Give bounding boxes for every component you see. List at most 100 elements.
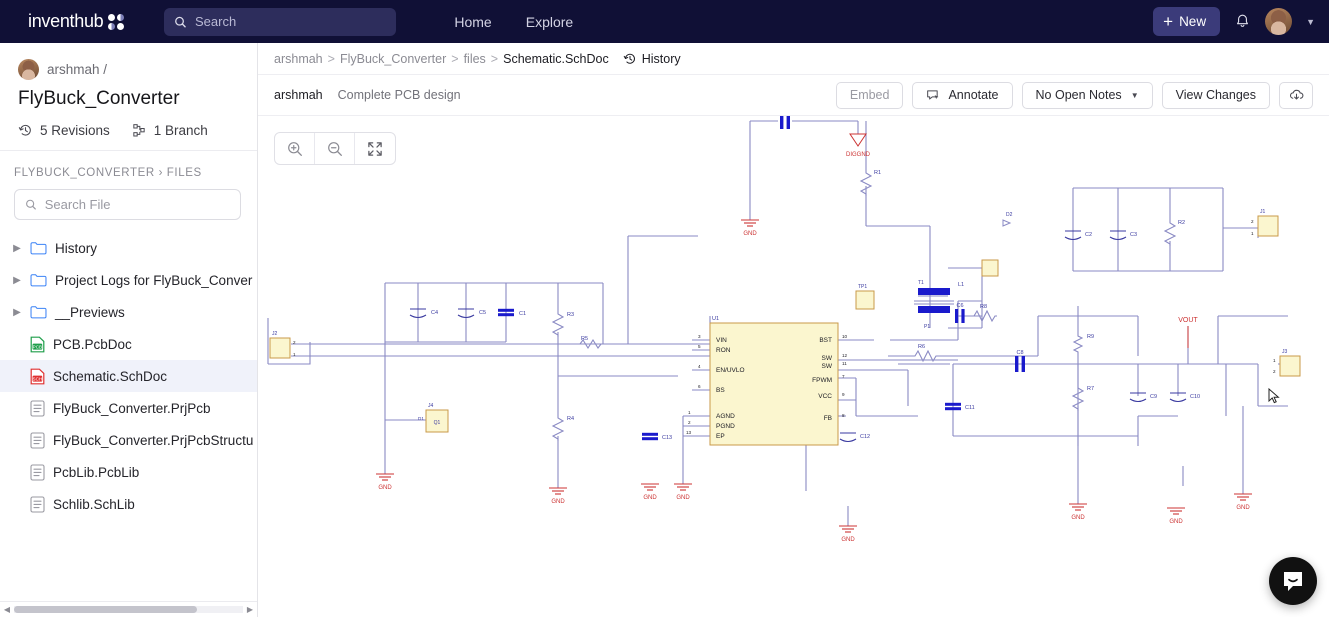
svg-text:C13: C13 xyxy=(662,435,672,441)
diode-d2: D2 xyxy=(1002,212,1013,227)
pcb-file-icon: PCB xyxy=(30,336,45,352)
history-link[interactable]: History xyxy=(623,52,681,66)
svg-text:EP: EP xyxy=(716,433,725,440)
scrollbar-track[interactable] xyxy=(14,606,243,613)
nav-link-explore[interactable]: Explore xyxy=(526,14,573,30)
bell-icon[interactable] xyxy=(1234,13,1251,30)
nav-link-home[interactable]: Home xyxy=(454,14,491,30)
embed-button[interactable]: Embed xyxy=(835,81,904,109)
brand-name: inventhub xyxy=(28,11,104,31)
owner-row[interactable]: arshmah / xyxy=(18,59,239,80)
file-tree-item[interactable]: ▶FlyBuck_Converter.PrjPcb xyxy=(0,392,257,424)
search-icon xyxy=(26,199,36,210)
folder-icon xyxy=(30,306,47,319)
file-tree-item[interactable]: ▶SCHSchematic.SchDoc xyxy=(0,360,257,392)
file-tree: ▶ History ▶ Project Logs for FlyBuck_Conver… xyxy=(0,232,257,617)
download-cloud-icon xyxy=(1289,89,1303,100)
breadcrumb-item-files[interactable]: files xyxy=(464,52,486,66)
download-button[interactable] xyxy=(1279,81,1313,109)
svg-text:L1: L1 xyxy=(958,282,964,288)
file-tree-item[interactable]: ▶PcbLib.PcbLib xyxy=(0,456,257,488)
file-tree-item[interactable]: ▶ Project Logs for FlyBuck_Conver xyxy=(0,264,257,296)
document-icon xyxy=(30,495,45,513)
zoom-controls xyxy=(274,132,396,165)
svg-text:SCH: SCH xyxy=(33,376,43,381)
file-tree-item[interactable]: ▶PCBPCB.PcbDoc xyxy=(0,328,257,360)
svg-text:9: 9 xyxy=(842,392,845,397)
notes-dropdown[interactable]: No Open Notes ▼ xyxy=(1021,81,1153,109)
chevron-down-icon: ▼ xyxy=(1130,90,1139,100)
global-search[interactable] xyxy=(164,7,397,36)
zoom-out-icon xyxy=(327,141,342,156)
main-content: arshmah > FlyBuck_Converter > files > Sc… xyxy=(258,43,1329,617)
svg-text:GND: GND xyxy=(676,495,690,501)
svg-text:C12: C12 xyxy=(860,434,870,440)
svg-text:2: 2 xyxy=(293,340,296,345)
svg-text:FPWM: FPWM xyxy=(812,377,832,384)
scroll-right-arrow-icon[interactable]: ▶ xyxy=(243,605,257,614)
svg-text:1: 1 xyxy=(688,410,691,415)
scrollbar-thumb[interactable] xyxy=(14,606,198,613)
connector-j2: J2 2 1 xyxy=(269,331,296,359)
connector-j4: J4 D1 Q1 xyxy=(418,403,449,433)
svg-text:T1: T1 xyxy=(918,280,924,286)
breadcrumb-item-project[interactable]: FlyBuck_Converter xyxy=(340,52,446,66)
file-tree-item[interactable]: ▶ History xyxy=(0,232,257,264)
user-avatar[interactable] xyxy=(1265,8,1293,35)
sidebar-horizontal-scrollbar[interactable]: ◀ ▶ xyxy=(0,601,257,617)
svg-text:C4: C4 xyxy=(431,310,438,316)
history-icon xyxy=(623,53,635,64)
svg-text:R4: R4 xyxy=(567,416,574,422)
zoom-out-button[interactable] xyxy=(315,133,355,164)
svg-text:10: 10 xyxy=(842,334,848,339)
owner-name[interactable]: arshmah / xyxy=(47,62,107,77)
svg-text:J3: J3 xyxy=(1282,349,1288,355)
svg-text:GND: GND xyxy=(643,495,657,501)
fit-to-screen-button[interactable] xyxy=(355,133,395,164)
svg-text:GND: GND xyxy=(1071,515,1085,521)
scroll-left-arrow-icon[interactable]: ◀ xyxy=(0,605,14,614)
view-changes-button[interactable]: View Changes xyxy=(1161,81,1270,109)
connector-j3: J3 1 2 xyxy=(1273,349,1301,377)
net-label-diggnd: DIGGND xyxy=(846,133,871,158)
svg-text:PGND: PGND xyxy=(716,423,735,430)
brand-logo[interactable]: inventhub xyxy=(28,11,125,32)
files-section-header: FLYBUCK_CONVERTER › FILES xyxy=(14,167,202,179)
four-dots-logo-icon xyxy=(108,13,125,30)
svg-text:C2: C2 xyxy=(1085,232,1092,238)
intercom-chat-icon xyxy=(1284,572,1302,591)
svg-text:GND: GND xyxy=(1169,519,1183,525)
svg-text:Q1: Q1 xyxy=(434,420,441,426)
chevron-right-icon[interactable]: ▶ xyxy=(12,307,22,318)
annotate-button[interactable]: Annotate xyxy=(912,81,1013,109)
intercom-chat-button[interactable] xyxy=(1269,557,1317,605)
search-file-input[interactable] xyxy=(44,197,230,212)
breadcrumb-item-owner[interactable]: arshmah xyxy=(274,52,323,66)
resistor-labels: R1 R3 R4 R2 R7 R9 R6 R8 R5 xyxy=(567,170,1185,422)
svg-text:GND: GND xyxy=(1236,505,1250,511)
search-input[interactable] xyxy=(195,14,387,29)
chevron-down-icon[interactable]: ▼ xyxy=(1306,17,1315,27)
svg-text:GND: GND xyxy=(378,485,392,491)
zoom-in-button[interactable] xyxy=(275,133,315,164)
file-tree-item[interactable]: ▶ __Previews xyxy=(0,296,257,328)
new-button[interactable]: + New xyxy=(1153,7,1221,36)
chevron-right-icon[interactable]: ▶ xyxy=(12,275,22,286)
file-tree-item[interactable]: ▶FlyBuck_Converter.PrjPcbStructu xyxy=(0,424,257,456)
file-tree-item[interactable]: ▶Schlib.SchLib xyxy=(0,488,257,520)
chevron-right-icon[interactable]: ▶ xyxy=(12,243,22,254)
svg-text:R7: R7 xyxy=(1087,386,1094,392)
svg-text:GND: GND xyxy=(551,499,565,505)
revisions-link[interactable]: 5 Revisions xyxy=(18,123,110,138)
svg-text:R8: R8 xyxy=(980,304,987,310)
schematic-viewer[interactable]: GND GND GND GND GND GND GND GND GND DIGGND V… xyxy=(258,116,1329,617)
nav-right-group: + New ▼ xyxy=(1153,7,1315,36)
svg-text:1: 1 xyxy=(293,352,296,357)
file-name: FlyBuck_Converter.PrjPcbStructu xyxy=(53,432,254,448)
breadcrumb-item-current: Schematic.SchDoc xyxy=(503,51,609,66)
svg-text:C9: C9 xyxy=(1150,394,1157,400)
breadcrumb: arshmah > FlyBuck_Converter > files > Sc… xyxy=(258,43,1329,75)
branch-link[interactable]: 1 Branch xyxy=(132,123,208,138)
svg-text:1: 1 xyxy=(1273,358,1276,363)
file-search[interactable] xyxy=(14,189,241,220)
